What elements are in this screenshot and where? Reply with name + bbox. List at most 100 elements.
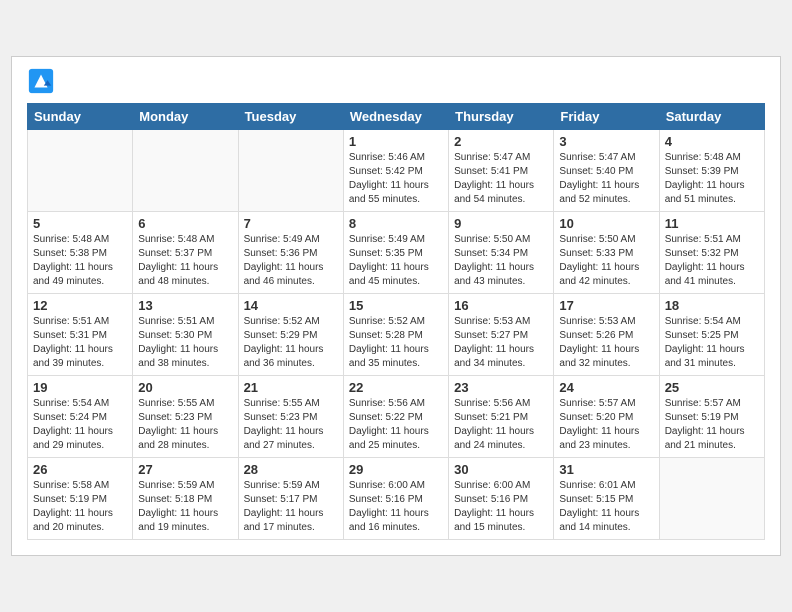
calendar-day-cell: 5 Sunrise: 5:48 AM Sunset: 5:38 PM Daylig…	[28, 212, 133, 294]
calendar-day-cell: 14Sunrise: 5:52 AM Sunset: 5:29 PM Dayli…	[238, 294, 343, 376]
calendar-day-cell: 25 Sunrise: 5:57 AM Sunset: 5:19 PM Dayli…	[659, 376, 764, 458]
day-number: 16	[454, 298, 548, 313]
calendar-day-cell: 11 Sunrise: 5:51 AM Sunset: 5:32 PM Dayli…	[659, 212, 764, 294]
calendar-day-cell	[238, 130, 343, 212]
day-info: Sunrise: 5:47 AM Sunset: 5:40 PM Dayligh…	[559, 151, 653, 207]
day-number: 10	[559, 216, 653, 231]
calendar-week-row: 1 Sunrise: 5:46 AM Sunset: 5:42 PM Daylig…	[28, 130, 765, 212]
day-number: 9	[454, 216, 548, 231]
day-number: 6	[138, 216, 232, 231]
day-number: 24	[559, 380, 653, 395]
calendar-week-row: 19 Sunrise: 5:54 AM Sunset: 5:24 PM Dayli…	[28, 376, 765, 458]
day-info: Sunrise: 5:49 AM Sunset: 5:35 PM Dayligh…	[349, 233, 443, 289]
day-info: Sunrise: 5:56 AM Sunset: 5:22 PM Dayligh…	[349, 397, 443, 453]
day-info: Sunrise: 5:55 AM Sunset: 5:23 PM Dayligh…	[138, 397, 232, 453]
calendar-day-cell: 19 Sunrise: 5:54 AM Sunset: 5:24 PM Dayli…	[28, 376, 133, 458]
day-number: 17	[559, 298, 653, 313]
day-number: 22	[349, 380, 443, 395]
calendar-day-cell: 2 Sunrise: 5:47 AM Sunset: 5:41 PM Daylig…	[449, 130, 554, 212]
calendar-container: SundayMondayTuesdayWednesdayThursdayFrid…	[11, 56, 781, 556]
day-number: 27	[138, 462, 232, 477]
day-info: Sunrise: 5:51 AM Sunset: 5:30 PM Dayligh…	[138, 315, 232, 371]
calendar-body: 1 Sunrise: 5:46 AM Sunset: 5:42 PM Daylig…	[28, 130, 765, 540]
day-info: Sunrise: 5:57 AM Sunset: 5:20 PM Dayligh…	[559, 397, 653, 453]
calendar-day-cell: 3 Sunrise: 5:47 AM Sunset: 5:40 PM Daylig…	[554, 130, 659, 212]
calendar-day-cell: 15Sunrise: 5:52 AM Sunset: 5:28 PM Dayli…	[343, 294, 448, 376]
day-info: Sunrise: 6:00 AM Sunset: 5:16 PM Dayligh…	[349, 479, 443, 535]
day-number: 7	[244, 216, 338, 231]
day-info: Sunrise: 5:53 AM Sunset: 5:26 PM Dayligh…	[559, 315, 653, 371]
day-number: 1	[349, 134, 443, 149]
day-info: Sunrise: 5:48 AM Sunset: 5:37 PM Dayligh…	[138, 233, 232, 289]
day-info: Sunrise: 5:50 AM Sunset: 5:34 PM Dayligh…	[454, 233, 548, 289]
calendar-week-row: 26 Sunrise: 5:58 AM Sunset: 5:19 PM Dayli…	[28, 458, 765, 540]
weekday-header-row: SundayMondayTuesdayWednesdayThursdayFrid…	[28, 104, 765, 130]
weekday-cell: Monday	[133, 104, 238, 130]
calendar-day-cell: 20Sunrise: 5:55 AM Sunset: 5:23 PM Dayli…	[133, 376, 238, 458]
day-info: Sunrise: 5:52 AM Sunset: 5:28 PM Dayligh…	[349, 315, 443, 371]
day-number: 8	[349, 216, 443, 231]
calendar-day-cell: 30Sunrise: 6:00 AM Sunset: 5:16 PM Dayli…	[449, 458, 554, 540]
day-info: Sunrise: 5:54 AM Sunset: 5:24 PM Dayligh…	[33, 397, 127, 453]
calendar-day-cell: 7 Sunrise: 5:49 AM Sunset: 5:36 PM Daylig…	[238, 212, 343, 294]
day-info: Sunrise: 5:51 AM Sunset: 5:32 PM Dayligh…	[665, 233, 759, 289]
calendar-day-cell: 21Sunrise: 5:55 AM Sunset: 5:23 PM Dayli…	[238, 376, 343, 458]
calendar-day-cell: 12Sunrise: 5:51 AM Sunset: 5:31 PM Dayli…	[28, 294, 133, 376]
calendar-day-cell: 13 Sunrise: 5:51 AM Sunset: 5:30 PM Dayli…	[133, 294, 238, 376]
day-number: 28	[244, 462, 338, 477]
calendar-day-cell: 23 Sunrise: 5:56 AM Sunset: 5:21 PM Dayli…	[449, 376, 554, 458]
calendar-day-cell: 27Sunrise: 5:59 AM Sunset: 5:18 PM Dayli…	[133, 458, 238, 540]
day-number: 29	[349, 462, 443, 477]
calendar-day-cell: 9 Sunrise: 5:50 AM Sunset: 5:34 PM Daylig…	[449, 212, 554, 294]
day-info: Sunrise: 5:58 AM Sunset: 5:19 PM Dayligh…	[33, 479, 127, 535]
day-number: 4	[665, 134, 759, 149]
day-number: 11	[665, 216, 759, 231]
weekday-cell: Wednesday	[343, 104, 448, 130]
day-info: Sunrise: 5:47 AM Sunset: 5:41 PM Dayligh…	[454, 151, 548, 207]
day-info: Sunrise: 6:01 AM Sunset: 5:15 PM Dayligh…	[559, 479, 653, 535]
calendar-day-cell: 28 Sunrise: 5:59 AM Sunset: 5:17 PM Dayli…	[238, 458, 343, 540]
weekday-cell: Saturday	[659, 104, 764, 130]
day-info: Sunrise: 5:56 AM Sunset: 5:21 PM Dayligh…	[454, 397, 548, 453]
calendar-day-cell: 17 Sunrise: 5:53 AM Sunset: 5:26 PM Dayli…	[554, 294, 659, 376]
day-info: Sunrise: 5:48 AM Sunset: 5:38 PM Dayligh…	[33, 233, 127, 289]
day-number: 3	[559, 134, 653, 149]
calendar-day-cell	[133, 130, 238, 212]
day-number: 12	[33, 298, 127, 313]
calendar-day-cell: 22 Sunrise: 5:56 AM Sunset: 5:22 PM Dayli…	[343, 376, 448, 458]
day-number: 18	[665, 298, 759, 313]
day-info: Sunrise: 5:52 AM Sunset: 5:29 PM Dayligh…	[244, 315, 338, 371]
day-number: 13	[138, 298, 232, 313]
calendar-day-cell: 26 Sunrise: 5:58 AM Sunset: 5:19 PM Dayli…	[28, 458, 133, 540]
day-number: 23	[454, 380, 548, 395]
day-number: 19	[33, 380, 127, 395]
day-info: Sunrise: 5:57 AM Sunset: 5:19 PM Dayligh…	[665, 397, 759, 453]
calendar-day-cell	[659, 458, 764, 540]
calendar-day-cell: 6 Sunrise: 5:48 AM Sunset: 5:37 PM Daylig…	[133, 212, 238, 294]
calendar-week-row: 12Sunrise: 5:51 AM Sunset: 5:31 PM Dayli…	[28, 294, 765, 376]
weekday-cell: Tuesday	[238, 104, 343, 130]
weekday-cell: Thursday	[449, 104, 554, 130]
calendar-day-cell: 16Sunrise: 5:53 AM Sunset: 5:27 PM Dayli…	[449, 294, 554, 376]
day-info: Sunrise: 5:49 AM Sunset: 5:36 PM Dayligh…	[244, 233, 338, 289]
calendar-day-cell: 24 Sunrise: 5:57 AM Sunset: 5:20 PM Dayli…	[554, 376, 659, 458]
day-number: 25	[665, 380, 759, 395]
calendar-day-cell	[28, 130, 133, 212]
weekday-cell: Friday	[554, 104, 659, 130]
day-number: 31	[559, 462, 653, 477]
day-info: Sunrise: 5:54 AM Sunset: 5:25 PM Dayligh…	[665, 315, 759, 371]
calendar-day-cell: 29 Sunrise: 6:00 AM Sunset: 5:16 PM Dayli…	[343, 458, 448, 540]
day-info: Sunrise: 5:46 AM Sunset: 5:42 PM Dayligh…	[349, 151, 443, 207]
header	[27, 67, 765, 95]
day-number: 26	[33, 462, 127, 477]
calendar-day-cell: 31 Sunrise: 6:01 AM Sunset: 5:15 PM Dayli…	[554, 458, 659, 540]
day-number: 2	[454, 134, 548, 149]
day-info: Sunrise: 5:55 AM Sunset: 5:23 PM Dayligh…	[244, 397, 338, 453]
day-number: 30	[454, 462, 548, 477]
day-info: Sunrise: 5:59 AM Sunset: 5:17 PM Dayligh…	[244, 479, 338, 535]
logo	[27, 67, 59, 95]
calendar-day-cell: 10Sunrise: 5:50 AM Sunset: 5:33 PM Dayli…	[554, 212, 659, 294]
calendar-table: SundayMondayTuesdayWednesdayThursdayFrid…	[27, 103, 765, 540]
calendar-day-cell: 4Sunrise: 5:48 AM Sunset: 5:39 PM Daylig…	[659, 130, 764, 212]
day-number: 5	[33, 216, 127, 231]
